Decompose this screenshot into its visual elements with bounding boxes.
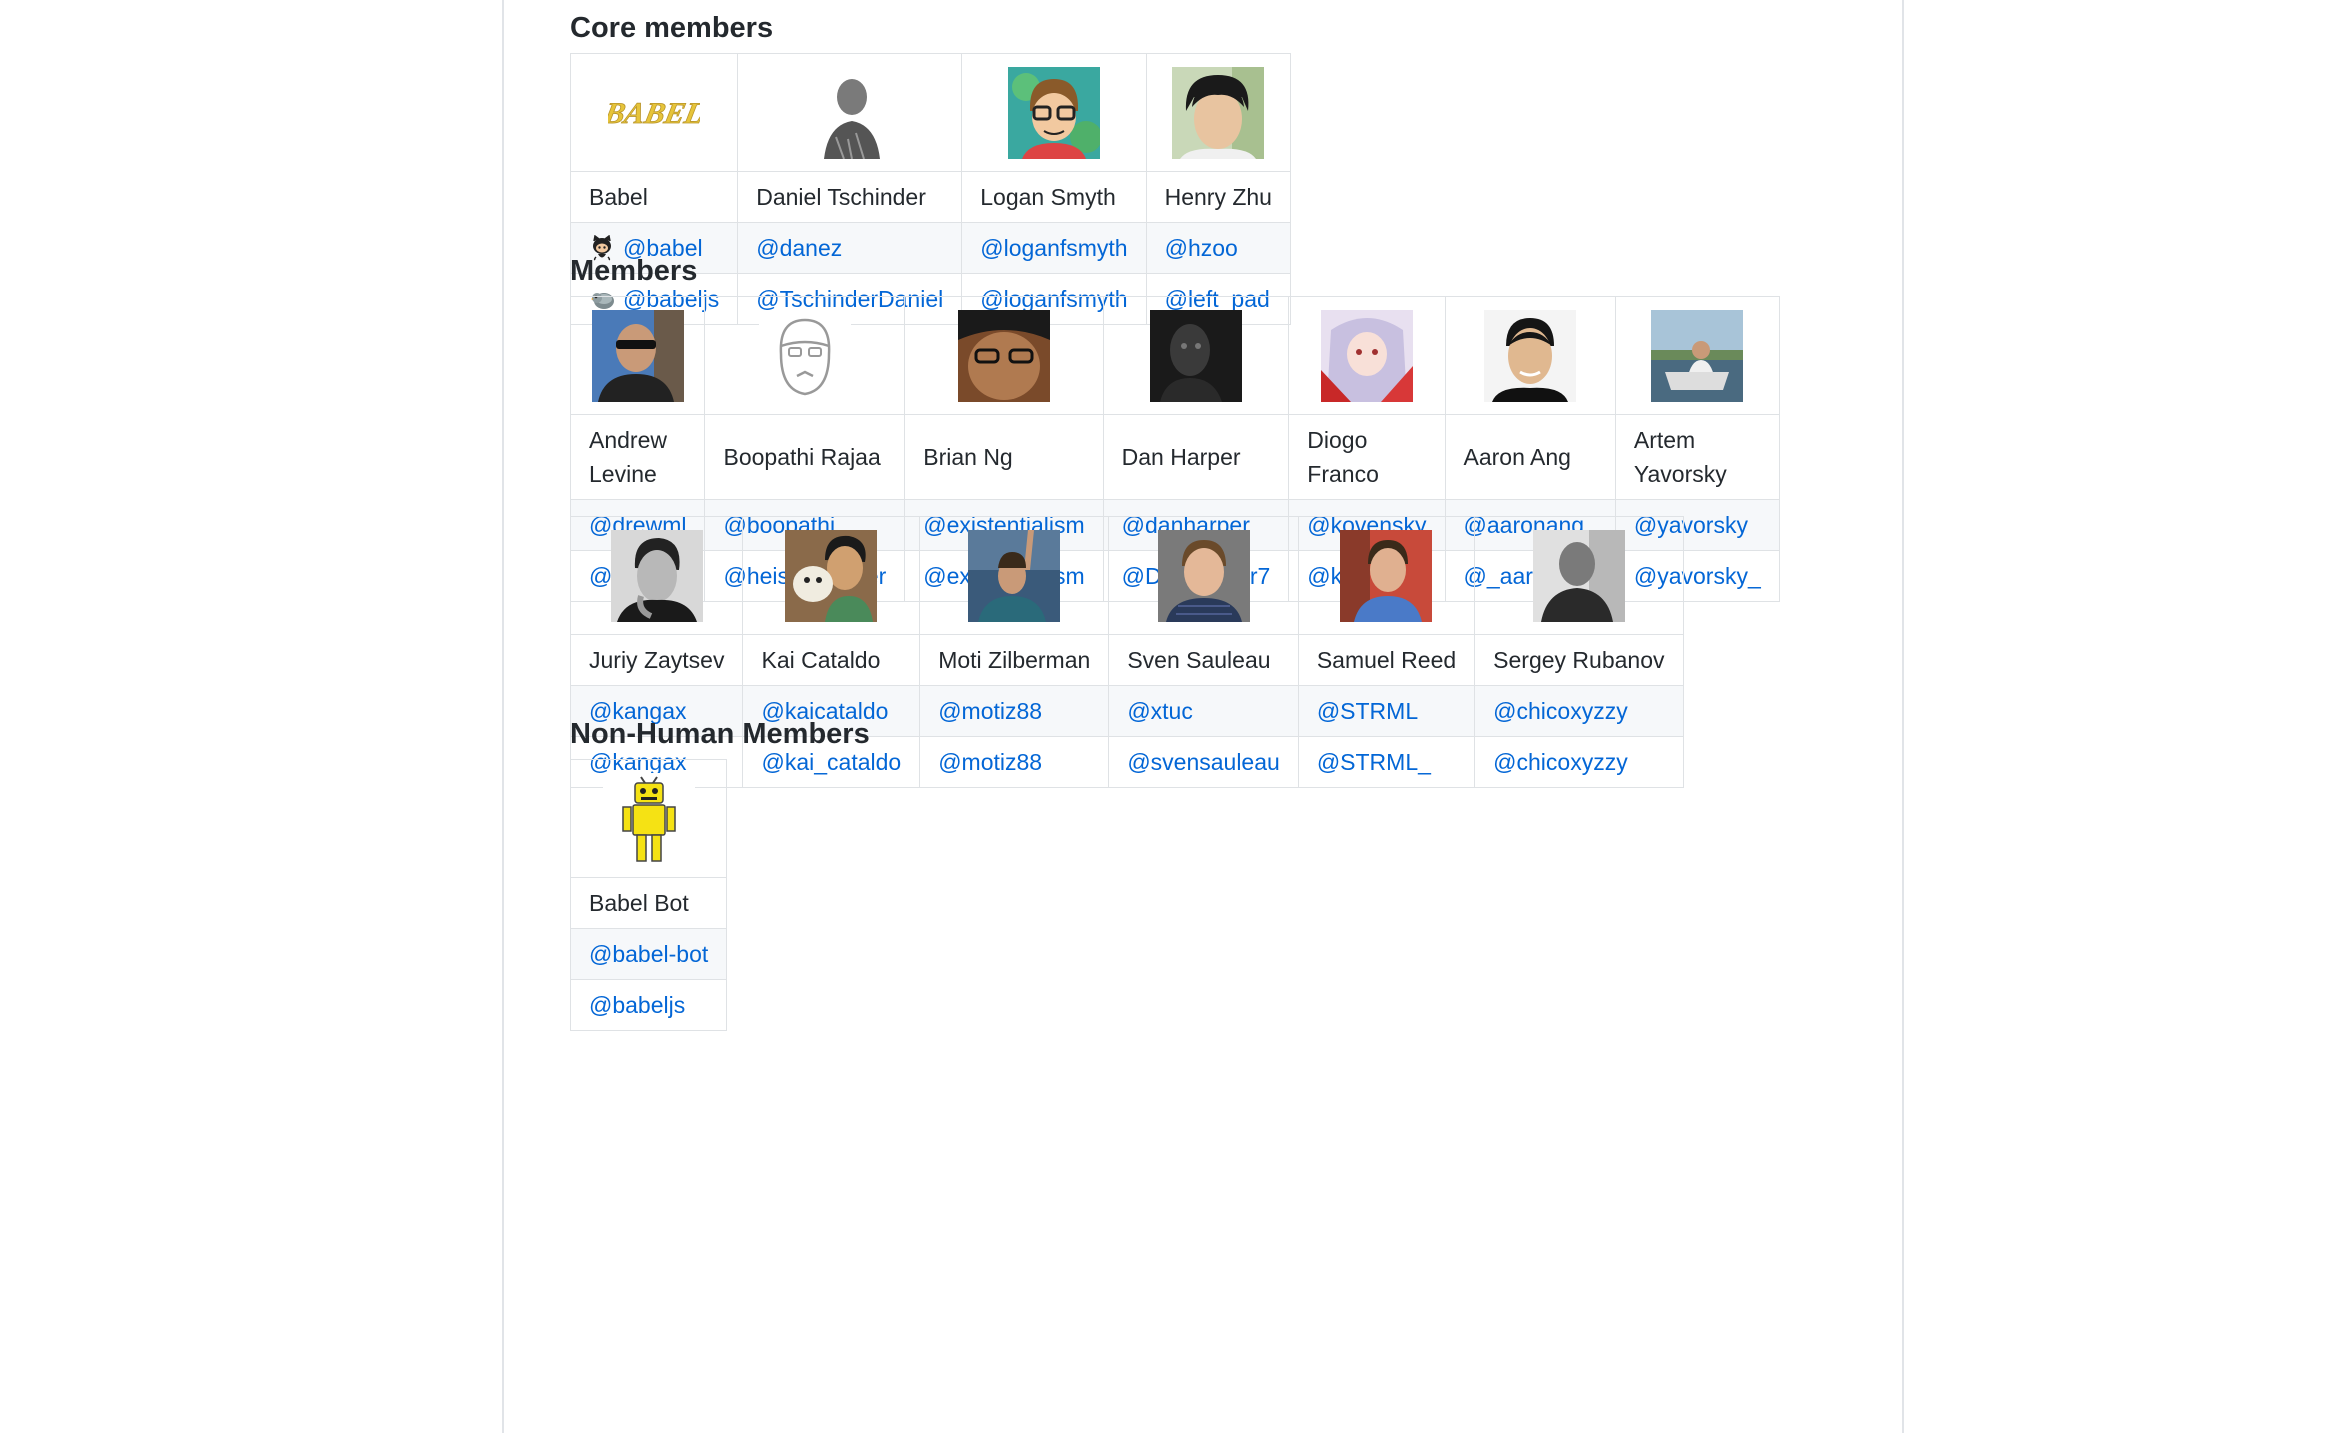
github-link[interactable]: @xtuc — [1127, 698, 1193, 724]
avatar-cell — [737, 53, 963, 172]
github-link[interactable]: @babel-bot — [589, 941, 708, 967]
twitter-link[interactable]: @babeljs — [589, 992, 685, 1018]
github-cell: @xtuc — [1108, 685, 1299, 737]
github-link[interactable]: @danez — [756, 235, 842, 261]
github-link[interactable]: @motiz88 — [938, 698, 1042, 724]
github-link[interactable]: @chicoxyzzy — [1493, 698, 1628, 724]
avatar-cell — [1297, 516, 1476, 635]
twitter-link[interactable]: @motiz88 — [938, 749, 1042, 775]
avatar-cell — [742, 516, 921, 635]
member-name: Sven Sauleau — [1108, 634, 1299, 686]
avatar-juriy-zaytsev[interactable] — [610, 529, 703, 622]
member-name: Babel — [569, 171, 739, 223]
avatar-cell — [904, 296, 1104, 415]
avatar-cell — [1288, 296, 1446, 415]
avatar-aaron-ang[interactable] — [1484, 309, 1577, 402]
twitter-link[interactable]: @chicoxyzzy — [1493, 749, 1628, 775]
avatar-babel-bot[interactable] — [602, 772, 695, 865]
twitter-link[interactable]: @kai_cataldo — [761, 749, 901, 775]
member-name: Diogo Franco — [1288, 414, 1446, 500]
twitter-cell: @STRML_ — [1297, 736, 1476, 788]
avatar-cell — [1444, 296, 1616, 415]
member-name: Kai Cataldo — [742, 634, 921, 686]
github-cell: @danez — [737, 222, 963, 274]
avatar-sven-sauleau[interactable] — [1157, 529, 1250, 622]
github-cell: @hzoo — [1145, 222, 1291, 274]
github-link[interactable]: @loganfsmyth — [980, 235, 1127, 261]
avatar-boopathi-rajaa[interactable] — [758, 309, 851, 402]
avatar-cell — [1474, 516, 1684, 635]
avatar-cell — [961, 53, 1147, 172]
avatar-moti-zilberman[interactable] — [968, 529, 1061, 622]
github-cell: @loganfsmyth — [961, 222, 1147, 274]
avatar-logan-smyth[interactable] — [1007, 66, 1100, 159]
avatar-artem-yavorsky[interactable] — [1651, 309, 1744, 402]
github-cell: @motiz88 — [919, 685, 1110, 737]
avatar-andrew-levine[interactable] — [591, 309, 684, 402]
member-name: Brian Ng — [904, 414, 1104, 500]
member-name: Andrew Levine — [569, 414, 706, 500]
avatar-cell — [1108, 516, 1299, 635]
page-container: Core members BABEL Babel Daniel Tschinde… — [502, 0, 1904, 1433]
member-name: Samuel Reed — [1297, 634, 1476, 686]
avatar-cell — [1145, 53, 1291, 172]
member-name: Artem Yavorsky — [1614, 414, 1780, 500]
avatar-brian-ng[interactable] — [957, 309, 1050, 402]
avatar-cell — [569, 516, 744, 635]
github-cell: @babel-bot — [569, 928, 728, 980]
twitter-link[interactable]: @svensauleau — [1127, 749, 1280, 775]
member-name: Aaron Ang — [1444, 414, 1616, 500]
avatar-cell — [1614, 296, 1780, 415]
avatar-cell — [569, 759, 728, 878]
twitter-cell: @svensauleau — [1108, 736, 1299, 788]
avatar-dan-harper[interactable] — [1149, 309, 1242, 402]
nonhuman-members-heading: Non-Human Members — [570, 718, 870, 750]
core-members-heading: Core members — [570, 12, 774, 44]
twitter-cell: @chicoxyzzy — [1474, 736, 1684, 788]
avatar-diogo-franco[interactable] — [1320, 309, 1413, 402]
github-link[interactable]: @hzoo — [1165, 235, 1238, 261]
avatar-samuel-reed[interactable] — [1340, 529, 1433, 622]
twitter-cell: @babeljs — [569, 979, 728, 1031]
babel-logo-avatar[interactable]: BABEL — [608, 67, 700, 159]
babel-logo-text: BABEL — [608, 96, 700, 130]
member-name: Logan Smyth — [961, 171, 1147, 223]
members-heading: Members — [570, 255, 698, 287]
github-cell: @STRML — [1297, 685, 1476, 737]
avatar-henry-zhu[interactable] — [1172, 66, 1265, 159]
avatar-cell — [919, 516, 1110, 635]
avatar-cell — [1102, 296, 1290, 415]
member-name: Babel Bot — [569, 877, 728, 929]
member-name: Daniel Tschinder — [737, 171, 963, 223]
member-name: Boopathi Rajaa — [704, 414, 906, 500]
github-cell: @chicoxyzzy — [1474, 685, 1684, 737]
member-name: Henry Zhu — [1145, 171, 1291, 223]
member-name: Sergey Rubanov — [1474, 634, 1684, 686]
github-link[interactable]: @STRML — [1317, 698, 1418, 724]
member-name: Moti Zilberman — [919, 634, 1110, 686]
avatar-daniel-tschinder[interactable] — [803, 66, 896, 159]
avatar-cell: BABEL — [569, 53, 739, 172]
avatar-cell — [704, 296, 906, 415]
nonhuman-members-table: Babel Bot @babel-bot @babeljs — [569, 759, 728, 1031]
avatar-cell — [569, 296, 706, 415]
avatar-sergey-rubanov[interactable] — [1532, 529, 1625, 622]
member-name: Dan Harper — [1102, 414, 1290, 500]
twitter-cell: @motiz88 — [919, 736, 1110, 788]
avatar-kai-cataldo[interactable] — [785, 529, 878, 622]
twitter-link[interactable]: @STRML_ — [1317, 749, 1431, 775]
member-name: Juriy Zaytsev — [569, 634, 744, 686]
